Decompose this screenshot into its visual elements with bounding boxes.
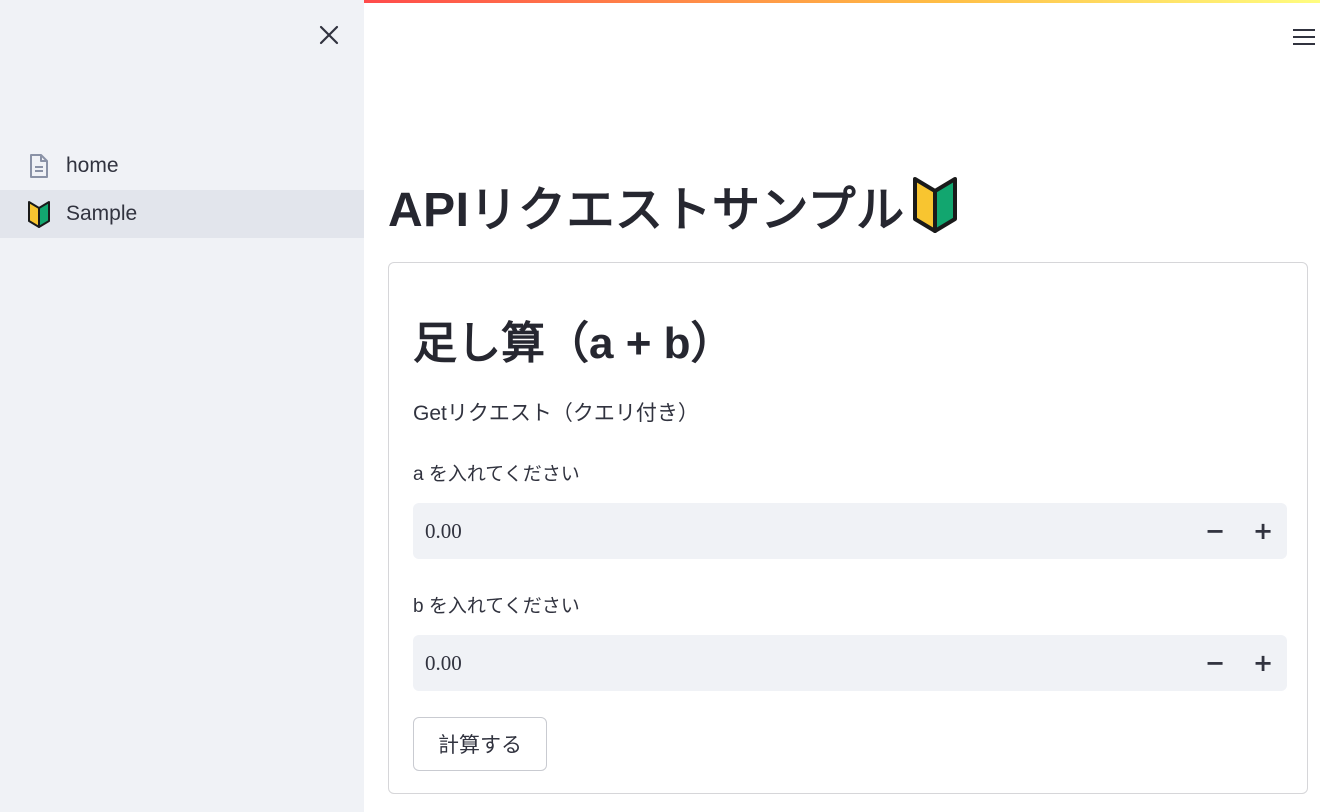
field-b-number-input: − + [413, 635, 1287, 691]
close-sidebar-button[interactable] [314, 20, 344, 50]
beginner-mark-icon [911, 173, 959, 237]
page-title-text: APIリクエストサンプル [388, 184, 905, 237]
main-content: APIリクエストサンプル 足し算（a + b） Getリクエスト（クエリ付き） … [364, 0, 1320, 812]
field-a-input[interactable] [413, 503, 1191, 559]
field-b-increment-button[interactable]: + [1239, 635, 1287, 691]
field-a-label: a を入れてください [413, 464, 580, 485]
hamburger-menu-icon [1293, 29, 1315, 45]
field-a-number-input: − + [413, 503, 1287, 559]
field-b-input[interactable] [413, 635, 1191, 691]
calculate-button[interactable]: 計算する [413, 717, 547, 771]
sidebar-nav: home Sample [0, 142, 364, 238]
field-a-decrement-button[interactable]: − [1191, 503, 1239, 559]
sidebar: home Sample [0, 0, 364, 812]
close-icon [319, 25, 339, 45]
beginner-mark-icon [26, 200, 52, 228]
sidebar-item-home[interactable]: home [0, 142, 364, 190]
addition-form-card: 足し算（a + b） Getリクエスト（クエリ付き） a を入れてください − … [388, 262, 1308, 794]
card-heading: 足し算（a + b） [413, 319, 735, 368]
page-title: APIリクエストサンプル [388, 170, 959, 240]
field-a-increment-button[interactable]: + [1239, 503, 1287, 559]
document-icon [26, 152, 52, 180]
field-b-decrement-button[interactable]: − [1191, 635, 1239, 691]
sidebar-item-label: Sample [66, 202, 138, 225]
app-window: home Sample APIリクエストサンプル 足し算（a + b） Getリ… [0, 0, 1320, 812]
field-b-label: b を入れてください [413, 596, 580, 617]
sidebar-item-sample[interactable]: Sample [0, 190, 364, 238]
sidebar-item-label: home [66, 154, 119, 177]
card-description: Getリクエスト（クエリ付き） [413, 402, 699, 425]
main-menu-button[interactable] [1290, 24, 1318, 50]
